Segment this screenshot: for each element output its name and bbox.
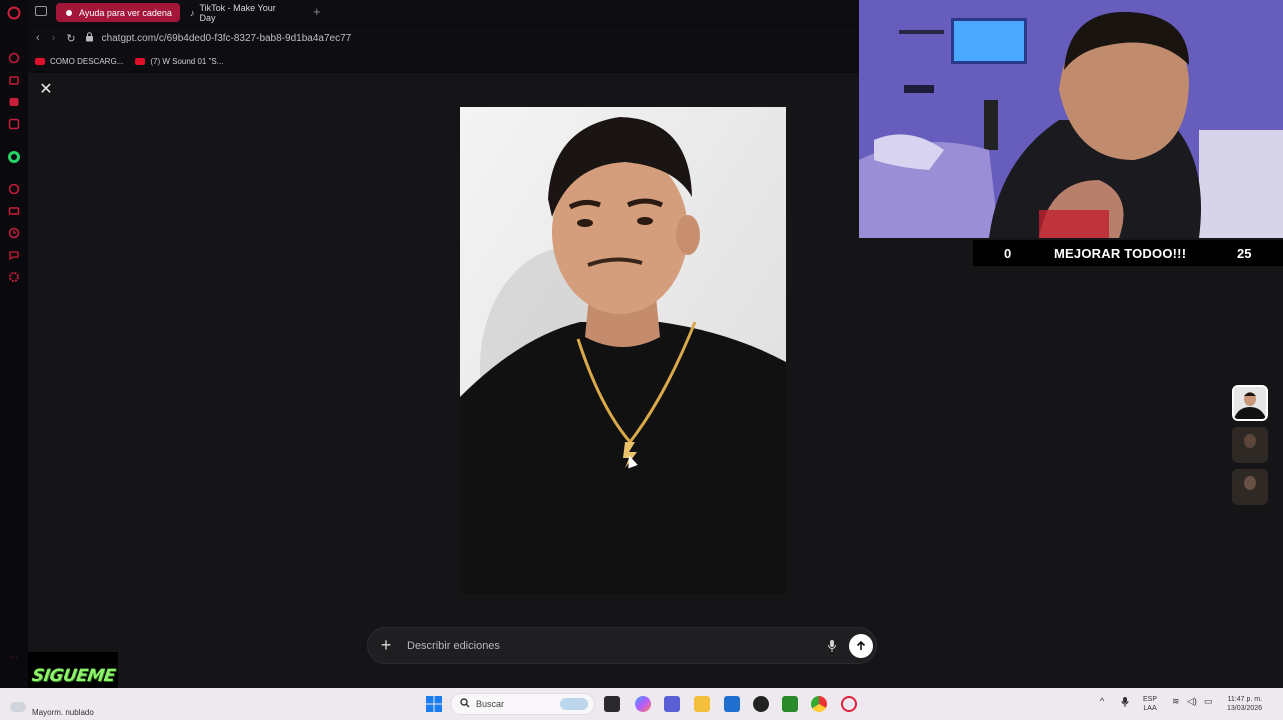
generated-image <box>460 107 786 594</box>
tiktok-favicon-icon: ♪ <box>190 7 195 18</box>
instagram-icon[interactable] <box>7 117 21 131</box>
file-explorer-icon[interactable] <box>694 696 710 712</box>
image-versions <box>1232 385 1268 511</box>
search-label: Buscar <box>476 699 505 709</box>
lang-line2: LAA <box>1143 705 1157 712</box>
search-highlight-icon <box>560 698 588 710</box>
edit-composer: + <box>367 627 877 664</box>
close-icon[interactable]: ✕ <box>38 82 54 98</box>
follow-label: SIGUEME <box>30 666 116 686</box>
chatgpt-favicon-icon <box>64 7 74 18</box>
chrome-icon[interactable] <box>811 696 827 712</box>
microphone-icon[interactable] <box>827 639 837 658</box>
webcam-feed <box>859 0 1283 238</box>
chat-icon[interactable] <box>7 248 21 262</box>
youtube-icon <box>35 57 45 65</box>
messenger-icon[interactable] <box>7 95 21 109</box>
thumbnail-3[interactable] <box>1232 469 1268 505</box>
lock-icon <box>85 31 94 45</box>
taskbar-search[interactable]: Buscar <box>450 693 595 715</box>
clock-date: 13/03/2026 <box>1227 705 1263 712</box>
tab-bar: Ayuda para ver cadena ♪ TikTok - Make Yo… <box>28 0 859 24</box>
obs-icon[interactable] <box>753 696 769 712</box>
youtube-icon <box>135 57 146 65</box>
tab-tiktok[interactable]: ♪ TikTok - Make Your Day <box>182 2 302 23</box>
weather-widget[interactable]: Mayorm. nublado <box>10 696 94 717</box>
url-field[interactable]: chatgpt.com/c/69b4ded0-f3fc-8327-bab8-9d… <box>102 33 352 44</box>
wallet-icon[interactable] <box>7 204 21 218</box>
opera-gx-icon[interactable] <box>841 696 857 712</box>
search-icon <box>460 698 470 710</box>
lang-line1: ESP <box>1143 696 1158 703</box>
thumbnail-2[interactable] <box>1232 427 1268 463</box>
weather-label: Mayorm. nublado <box>32 708 94 717</box>
teams-icon[interactable] <box>664 696 680 712</box>
bookmark-label: COMO DESCARG... <box>50 56 124 66</box>
cloud-icon <box>10 701 26 712</box>
copilot-icon[interactable] <box>635 696 651 712</box>
reload-icon[interactable]: ↻ <box>66 32 75 45</box>
score-left: 0 <box>1004 245 1012 261</box>
windows-taskbar: Mayorm. nublado Buscar ^ ESP LAA ≋ ◁) ▭ … <box>0 688 1283 720</box>
tab-label: TikTok - Make Your Day <box>199 2 276 23</box>
shop-icon[interactable] <box>7 73 21 87</box>
clock[interactable]: 11:47 p. m. 13/03/2026 <box>1227 695 1262 713</box>
battery-icon[interactable]: ▭ <box>1204 697 1213 706</box>
add-attachment-button[interactable]: + <box>379 635 393 656</box>
store-icon[interactable] <box>724 696 740 712</box>
thumbnail-1[interactable] <box>1232 385 1268 421</box>
challenge-scorebar: 0 MEJORAR TODOO!!! 25 <box>973 240 1283 266</box>
whatsapp-icon[interactable] <box>7 150 21 164</box>
bookmark-2[interactable]: (7) W Sound 01 "S... <box>135 57 223 66</box>
workspaces-icon[interactable] <box>35 6 47 16</box>
more-icon[interactable]: ··· <box>7 650 21 664</box>
tab-label: Ayuda para ver cadena <box>79 7 172 18</box>
clock-time: 11:47 p. m. <box>1227 696 1263 703</box>
bookmark-label: (7) W Sound 01 "S... <box>150 56 224 66</box>
opera-logo-icon[interactable] <box>7 6 21 20</box>
chevron-up-icon[interactable]: ^ <box>1100 697 1104 706</box>
tab-chatgpt[interactable]: Ayuda para ver cadena <box>56 3 180 22</box>
volume-icon[interactable]: ◁) <box>1187 697 1197 706</box>
wifi-icon[interactable]: ≋ <box>1172 697 1180 706</box>
score-right: 25 <box>1237 245 1252 261</box>
forward-icon[interactable]: › <box>52 32 56 44</box>
send-button[interactable] <box>849 634 873 658</box>
describe-edits-input[interactable] <box>405 638 799 653</box>
back-icon[interactable]: ‹ <box>36 32 40 44</box>
address-bar: ‹ › ↻ chatgpt.com/c/69b4ded0-f3fc-8327-b… <box>28 26 859 50</box>
windows-start-icon[interactable] <box>426 696 442 712</box>
play-icon[interactable] <box>7 182 21 196</box>
language-indicator[interactable]: ESP LAA <box>1143 695 1157 713</box>
task-view-icon[interactable] <box>604 696 620 712</box>
bag-icon[interactable] <box>7 51 21 65</box>
bookmark-1[interactable]: COMO DESCARG... <box>35 57 123 66</box>
bookmarks-bar: COMO DESCARG... (7) W Sound 01 "S... <box>28 51 859 71</box>
history-icon[interactable] <box>7 226 21 240</box>
score-title: MEJORAR TODOO!!! <box>1054 245 1187 261</box>
settings-icon[interactable] <box>7 270 21 284</box>
xbox-icon[interactable] <box>782 696 798 712</box>
browser-sidebar: ··· <box>0 0 29 688</box>
microphone-tray-icon[interactable] <box>1121 696 1129 711</box>
arrow-up-icon <box>856 640 866 650</box>
new-tab-button[interactable]: + <box>313 4 321 19</box>
